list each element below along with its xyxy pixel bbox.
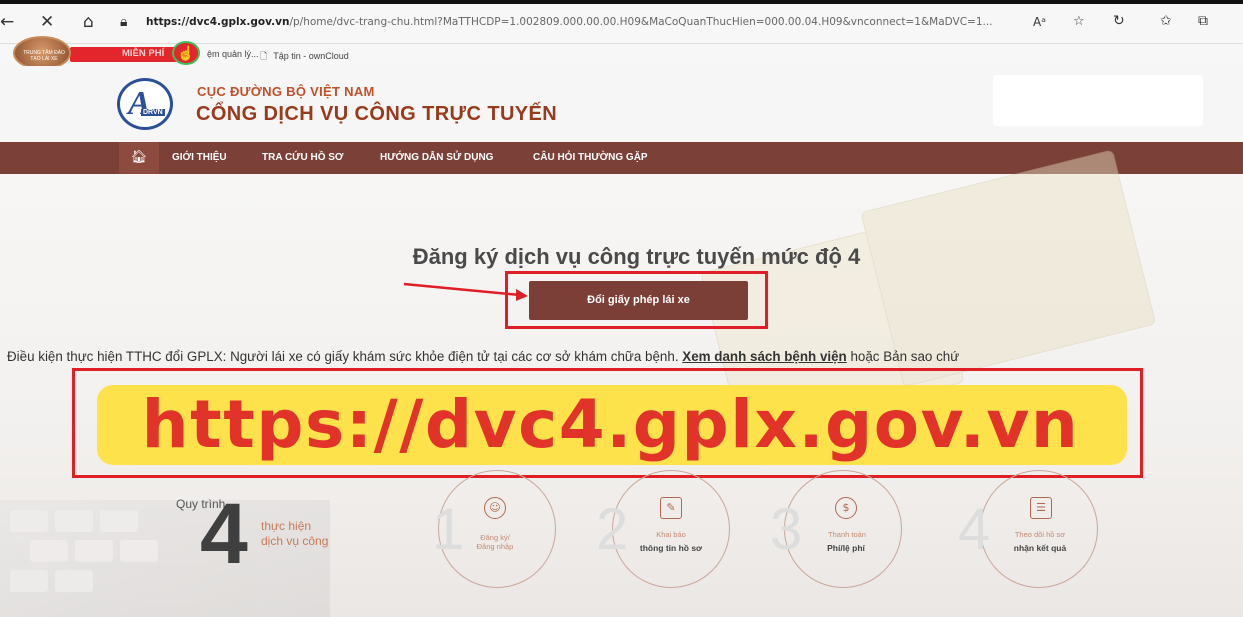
step-4-big: nhận kết quả bbox=[1013, 543, 1067, 553]
browser-toolbar: ← ✕ ⌂ 🔒︎ https://dvc4.gplx.gov.vn/p/home… bbox=[0, 4, 1243, 44]
page-heading: Đăng ký dịch vụ công trực tuyến mức độ 4 bbox=[412, 244, 861, 269]
site-header: A DRVN CỤC ĐƯỜNG BỘ VIỆT NAM CỔNG DỊCH VỤ… bbox=[0, 66, 1243, 142]
process-number: 4 bbox=[200, 486, 248, 582]
page-icon: 🗋 bbox=[260, 52, 268, 62]
avatar: TRUNG TÂM ĐÀO TẠO LÁI XE bbox=[13, 36, 71, 70]
condition-tail: hoặc Bản sao chứ bbox=[846, 349, 960, 364]
step-3-small: Thanh toán bbox=[828, 530, 866, 539]
bookmark-free[interactable]: MIỄN PHÍ bbox=[70, 47, 188, 62]
step-4-small: Theo dõi hồ sơ bbox=[1014, 530, 1066, 539]
document-icon: ☰ bbox=[1030, 497, 1052, 519]
url-banner-text: https://dvc4.gplx.gov.vn bbox=[141, 386, 1080, 463]
step-2-small: Khai báo bbox=[656, 530, 686, 539]
step-3-number: 3 bbox=[770, 497, 803, 562]
condition-main: Điều kiện thực hiện TTHC đổi GPLX: Người… bbox=[7, 349, 683, 364]
home-icon[interactable]: ⌂ bbox=[83, 12, 94, 32]
nav-item-faq[interactable]: CÂU HỎI THƯỜNG GẶP bbox=[533, 152, 648, 163]
logo-a-icon: A bbox=[128, 85, 151, 122]
bookmarks-bar: MIỄN PHÍ TRUNG TÂM ĐÀO TẠO LÁI XE ☝ ệm q… bbox=[0, 36, 1243, 70]
process-subtitle: thực hiện dịch vụ công bbox=[261, 519, 328, 549]
edit-icon: ✎ bbox=[660, 497, 682, 519]
process-subtitle-line1: thực hiện bbox=[261, 519, 312, 533]
org-name: CỤC ĐƯỜNG BỘ VIỆT NAM bbox=[197, 84, 375, 99]
lock-icon: 🔒︎ bbox=[120, 14, 128, 30]
page: { "browser": { "url_domain": "https://dv… bbox=[0, 0, 1243, 617]
keyboard-background-image bbox=[0, 500, 330, 617]
step-4-number: 4 bbox=[958, 497, 991, 562]
bookmark-management[interactable]: ệm quản lý... bbox=[207, 49, 259, 59]
favorite-star-icon[interactable]: ☆ bbox=[1073, 14, 1085, 29]
read-aloud-icon[interactable]: Aᵃ bbox=[1033, 15, 1046, 29]
url-banner: https://dvc4.gplx.gov.vn bbox=[72, 368, 1143, 478]
user-circle-icon: ☺ bbox=[484, 497, 506, 519]
bookmark-owncloud-label: Tập tin - ownCloud bbox=[273, 51, 349, 61]
condition-text: Điều kiện thực hiện TTHC đổi GPLX: Người… bbox=[7, 349, 959, 364]
refresh-icon[interactable]: ↻ bbox=[1113, 13, 1125, 29]
address-bar[interactable]: https://dvc4.gplx.gov.vn/p/home/dvc-tran… bbox=[146, 16, 993, 28]
url-domain: https://dvc4.gplx.gov.vn bbox=[146, 16, 290, 28]
step-1-number: 1 bbox=[432, 497, 465, 562]
hospital-list-link[interactable]: Xem danh sách bệnh viện bbox=[682, 349, 846, 364]
nav-item-lookup[interactable]: TRA CỨU HỒ SƠ bbox=[262, 152, 343, 163]
hand-cursor-icon: ☝ bbox=[172, 41, 200, 65]
step-1-small: Đăng ký/ bbox=[480, 533, 510, 542]
nav-item-guide[interactable]: HƯỚNG DẪN SỬ DỤNG bbox=[380, 152, 493, 163]
step-2-number: 2 bbox=[596, 497, 629, 562]
header-user-box bbox=[993, 75, 1203, 126]
bookmark-free-label: MIỄN PHÍ bbox=[122, 48, 165, 59]
step-2-big: thông tin hồ sơ bbox=[639, 543, 703, 553]
collections-icon[interactable]: ⧉ bbox=[1198, 13, 1208, 29]
logo-text: DRVN bbox=[141, 109, 165, 116]
portal-title: CỔNG DỊCH VỤ CÔNG TRỰC TUYẾN bbox=[196, 103, 558, 125]
drvn-logo[interactable]: A DRVN bbox=[117, 78, 173, 130]
step-2-circle[interactable] bbox=[612, 470, 730, 588]
renew-license-button[interactable]: Đổi giấy phép lái xe bbox=[529, 281, 748, 320]
step-3-big: Phí/lệ phí bbox=[827, 543, 865, 553]
avatar-text: TRUNG TÂM ĐÀO TẠO LÁI XE bbox=[23, 50, 65, 62]
url-path: /p/home/dvc-trang-chu.html?MaTTHCDP=1.00… bbox=[289, 16, 993, 28]
nav-item-introduction[interactable]: GIỚI THIỆU bbox=[172, 152, 227, 163]
close-icon[interactable]: ✕ bbox=[40, 12, 54, 32]
step-1-big: Đăng nhập bbox=[476, 542, 514, 551]
payment-icon: $ bbox=[835, 497, 857, 519]
process-subtitle-line2: dịch vụ công bbox=[261, 534, 329, 548]
back-icon[interactable]: ← bbox=[0, 12, 14, 32]
nav-home-icon[interactable]: 🏠︎ bbox=[119, 142, 159, 174]
step-4-circle[interactable] bbox=[980, 470, 1098, 588]
favorites-icon[interactable]: ✩ bbox=[1160, 13, 1172, 29]
bookmark-owncloud[interactable]: 🗋 Tập tin - ownCloud bbox=[260, 49, 349, 65]
